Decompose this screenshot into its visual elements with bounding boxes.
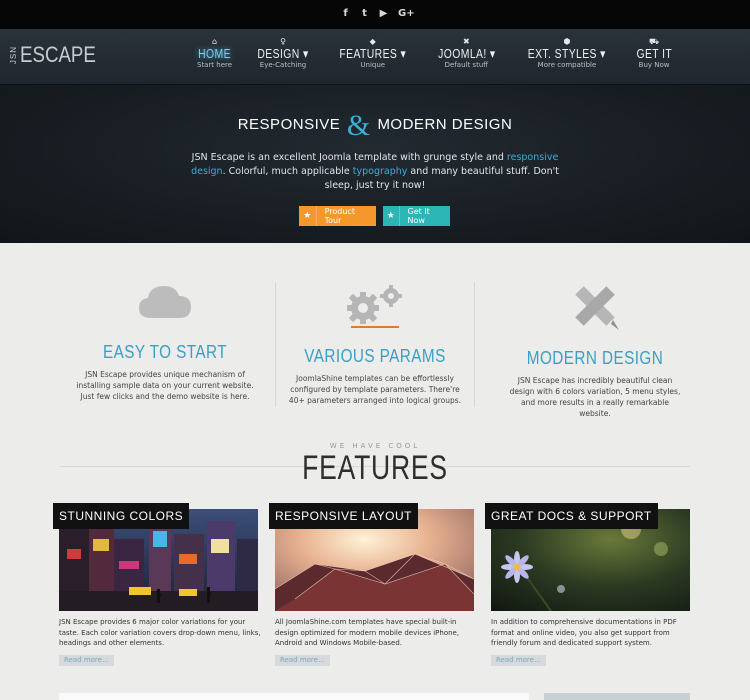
card-tag: RESPONSIVE LAYOUT <box>269 503 418 529</box>
nav-label: DESIGN ▾ <box>257 46 309 61</box>
column-text: JSN Escape has incredibly beautiful clea… <box>509 376 681 418</box>
logo-name: ESCAPE <box>20 42 96 67</box>
nav-label: GET IT <box>636 46 672 61</box>
nav-sublabel: Buy Now <box>638 61 670 69</box>
card-tag: STUNNING COLORS <box>53 503 190 529</box>
sidebar-box <box>544 693 690 700</box>
typography-link[interactable]: typography <box>353 166 408 177</box>
card-tag: GREAT DOCS & SUPPORT <box>485 503 658 529</box>
nav-label: JOOMLA! ▾ <box>437 46 496 61</box>
main-nav: ⌂ HOME Start here ♀ DESIGN ▾ Eye-Catchin… <box>186 37 684 70</box>
nav-sublabel: Default stuff <box>444 61 489 69</box>
column-text: JoomlaShine templates can be effortlessl… <box>288 374 462 405</box>
content-box <box>59 693 529 700</box>
twitter-icon[interactable]: t <box>360 7 369 21</box>
logo-prefix: JSN <box>9 45 18 65</box>
get-it-now-label: Get It Now <box>407 207 430 225</box>
gears-icon <box>347 285 402 328</box>
star-icon: ★ <box>299 206 317 226</box>
google-plus-icon[interactable]: G+ <box>398 7 415 21</box>
hero-title-right: MODERN DESIGN <box>377 116 513 133</box>
social-bar: f t ▶ G+ <box>0 0 750 29</box>
hero-title: RESPONSIVE & MODERN DESIGN <box>0 109 750 143</box>
read-more-link[interactable]: Read more... <box>491 655 546 666</box>
nav-item-design[interactable]: ♀ DESIGN ▾ Eye-Catching <box>243 37 323 70</box>
youtube-icon[interactable]: ▶ <box>379 7 388 21</box>
social-links: f t ▶ G+ <box>341 7 415 21</box>
nav-sublabel: Start here <box>196 61 233 69</box>
column-title: EASY TO START <box>102 342 227 362</box>
card-text: All JoomlaShine.com templates have speci… <box>275 618 460 647</box>
hero-description: JSN Escape is an excellent Joomla templa… <box>190 151 560 193</box>
nav-label: FEATURES ▾ <box>339 46 407 61</box>
feature-column-modern-design: MODERN DESIGN JSN Escape has incredibly … <box>505 280 685 419</box>
cloud-icon <box>139 286 191 318</box>
pencil-ruler-icon <box>575 286 619 330</box>
hero-text-part: JSN Escape is an excellent Joomla templa… <box>191 152 504 163</box>
read-more-link[interactable]: Read more... <box>275 655 330 666</box>
nav-sublabel: Eye-Catching <box>259 61 307 69</box>
hero-title-left: RESPONSIVE <box>237 116 341 133</box>
card-text: JSN Escape provides 6 major color variat… <box>59 618 261 647</box>
star-icon: ★ <box>383 206 400 226</box>
nav-item-home[interactable]: ⌂ HOME Start here <box>186 37 243 70</box>
column-divider <box>275 282 276 407</box>
facebook-icon[interactable]: f <box>341 7 350 21</box>
column-title: VARIOUS PARAMS <box>304 346 446 366</box>
card-text: In addition to comprehensive documentati… <box>491 618 677 647</box>
product-tour-button[interactable]: ★ Product Tour <box>299 206 376 226</box>
feature-column-various-params: VARIOUS PARAMS JoomlaShine templates can… <box>285 280 465 406</box>
nav-item-features[interactable]: ◆ FEATURES ▾ Unique <box>323 37 423 70</box>
nav-label: HOME <box>198 46 231 61</box>
read-more-link[interactable]: Read more... <box>59 655 114 666</box>
nav-item-joomla[interactable]: ✖ JOOMLA! ▾ Default stuff <box>423 37 511 70</box>
hero-text-part: . Colorful, much applicable <box>222 166 350 177</box>
nav-item-get-it[interactable]: ⛟ GET IT Buy Now <box>624 37 685 70</box>
feature-column-easy-start: EASY TO START JSN Escape provides unique… <box>70 280 260 402</box>
nav-sublabel: More compatible <box>537 61 597 69</box>
column-text: JSN Escape provides unique mechanism of … <box>76 370 254 401</box>
nav-sublabel: Unique <box>360 61 386 69</box>
features-title: FEATURES <box>302 449 448 487</box>
column-title: MODERN DESIGN <box>526 348 664 368</box>
get-it-now-button[interactable]: ★ Get It Now <box>383 206 450 226</box>
product-tour-label: Product Tour <box>324 207 355 225</box>
site-logo[interactable]: JSN ESCAPE <box>9 42 109 68</box>
column-divider <box>474 282 475 407</box>
nav-item-ext-styles[interactable]: ⬢ EXT. STYLES ▾ More compatible <box>510 37 624 70</box>
hero-title-ampersand: & <box>346 109 371 142</box>
site-header: JSN ESCAPE ⌂ HOME Start here ♀ DESIGN ▾ … <box>0 29 750 85</box>
nav-label: EXT. STYLES ▾ <box>527 46 607 61</box>
